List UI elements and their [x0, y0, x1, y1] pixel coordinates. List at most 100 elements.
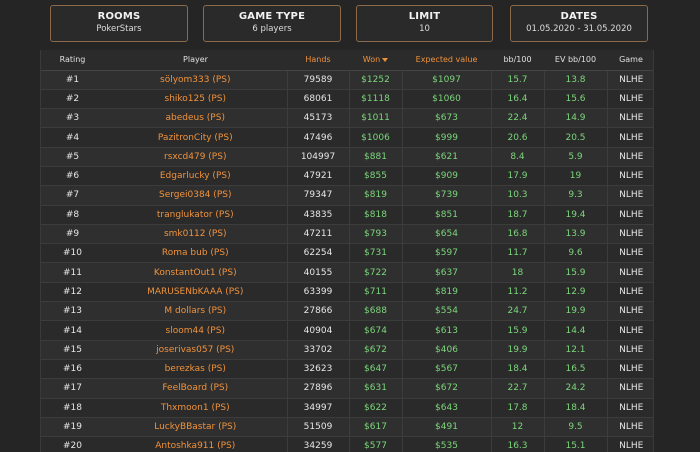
table-row[interactable]: #9 smk0112 (PS) 47211 $793 $654 16.8 13.9 NLHE	[41, 224, 653, 245]
cell-player[interactable]: Antoshka911 (PS)	[104, 436, 287, 452]
table-header-row: Rating Player Hands Won Expected value b…	[41, 50, 653, 71]
cell-rank: #4	[41, 127, 104, 148]
cell-expected-value: $597	[402, 243, 492, 264]
cell-player[interactable]: Roma bub (PS)	[104, 243, 287, 264]
cell-player[interactable]: FeelBoard (PS)	[104, 378, 287, 399]
cell-expected-value: $643	[402, 398, 492, 418]
cell-hands: 47496	[286, 127, 350, 148]
cell-bb100: 18.4	[491, 359, 545, 380]
cell-rank: #7	[41, 185, 104, 206]
table-row[interactable]: #5 rsxcd479 (PS) 104997 $881 $621 8.4 5.9 NLHE	[41, 147, 653, 167]
cell-player[interactable]: sölyom333 (PS)	[104, 70, 287, 90]
rooms-filter[interactable]: ROOMS PokerStars	[50, 5, 188, 42]
cell-hands: 47211	[286, 224, 350, 245]
table-row[interactable]: #17 FeelBoard (PS) 27896 $631 $672 22.7 24.2 NL…	[41, 378, 653, 399]
cell-ev-bb100: 13.8	[544, 70, 608, 90]
cell-player[interactable]: LuckyBBastar (PS)	[104, 417, 287, 438]
game-type-filter[interactable]: GAME TYPE 6 players	[203, 5, 341, 42]
cell-ev-bb100: 24.2	[544, 378, 608, 399]
cell-player[interactable]: MARUSENbKAAA (PS)	[104, 282, 287, 303]
table-row[interactable]: #13 M dollars (PS) 27866 $688 $554 24.7 19.9 NL…	[41, 301, 653, 322]
cell-game: NLHE	[607, 436, 653, 452]
cell-hands: 51509	[286, 417, 350, 438]
limit-filter[interactable]: LIMIT 10	[356, 5, 493, 42]
header-rating[interactable]: Rating	[41, 50, 104, 71]
cell-ev-bb100: 14.4	[544, 320, 608, 341]
table-row[interactable]: #8 tranglukator (PS) 43835 $818 $851 18.7 19.4…	[41, 205, 653, 225]
cell-rank: #12	[41, 282, 104, 303]
cell-won: $622	[349, 398, 403, 418]
table-row[interactable]: #11 KonstantOut1 (PS) 40155 $722 $637 18 15.9 N…	[41, 262, 653, 283]
cell-hands: 63399	[286, 282, 350, 303]
table-row[interactable]: #18 Thxmoon1 (PS) 34997 $622 $643 17.8 18.4 NLH…	[41, 398, 653, 418]
table-row[interactable]: #12 MARUSENbKAAA (PS) 63399 $711 $819 11.2 12.…	[41, 282, 653, 303]
cell-game: NLHE	[607, 224, 653, 245]
cell-player[interactable]: joserivas057 (PS)	[104, 340, 287, 360]
table-row[interactable]: #15 joserivas057 (PS) 33702 $672 $406 19.9 12.…	[41, 340, 653, 360]
table-row[interactable]: #14 sloom44 (PS) 40904 $674 $613 15.9 14.4 NLHE	[41, 320, 653, 341]
cell-player[interactable]: Edgarlucky (PS)	[104, 166, 287, 187]
cell-player[interactable]: M dollars (PS)	[104, 301, 287, 322]
cell-ev-bb100: 12.9	[544, 282, 608, 303]
cell-hands: 40155	[286, 262, 350, 283]
table-row[interactable]: #2 shiko125 (PS) 68061 $1118 $1060 16.4 15.6 NL…	[41, 89, 653, 110]
cell-rank: #2	[41, 89, 104, 110]
table-row[interactable]: #4 PazitronCity (PS) 47496 $1006 $999 20.6 20.…	[41, 127, 653, 148]
table-row[interactable]: #20 Antoshka911 (PS) 34259 $577 $535 16.3 15.1…	[41, 436, 653, 452]
table-row[interactable]: #6 Edgarlucky (PS) 47921 $855 $909 17.9 19 NLHE	[41, 166, 653, 187]
cell-player[interactable]: Sergei0384 (PS)	[104, 185, 287, 206]
table-row[interactable]: #3 abedeus (PS) 45173 $1011 $673 22.4 14.9 NLHE	[41, 108, 653, 129]
header-player[interactable]: Player	[104, 50, 287, 71]
cell-rank: #13	[41, 301, 104, 322]
cell-game: NLHE	[607, 340, 653, 360]
cell-player[interactable]: Thxmoon1 (PS)	[104, 398, 287, 418]
header-won-label: Won	[362, 55, 381, 65]
header-expected-value[interactable]: Expected value	[402, 50, 491, 71]
cell-player[interactable]: shiko125 (PS)	[104, 89, 287, 110]
cell-player[interactable]: PazitronCity (PS)	[104, 127, 287, 148]
dates-filter[interactable]: DATES 01.05.2020 - 31.05.2020	[510, 5, 648, 42]
leaderboard-table: Rating Player Hands Won Expected value b…	[40, 50, 654, 452]
table-row[interactable]: #16 berezkas (PS) 32623 $647 $567 18.4 16.5 NLH…	[41, 359, 653, 380]
header-game[interactable]: Game	[607, 50, 653, 71]
cell-ev-bb100: 13.9	[544, 224, 608, 245]
cell-game: NLHE	[607, 359, 653, 380]
cell-bb100: 11.7	[491, 243, 545, 264]
cell-game: NLHE	[607, 70, 653, 90]
cell-hands: 40904	[286, 320, 350, 341]
cell-rank: #18	[41, 398, 104, 418]
cell-player[interactable]: rsxcd479 (PS)	[104, 147, 287, 167]
table-row[interactable]: #10 Roma bub (PS) 62254 $731 $597 11.7 9.6 NLHE	[41, 243, 653, 264]
cell-ev-bb100: 5.9	[544, 147, 608, 167]
header-won[interactable]: Won	[349, 50, 402, 71]
cell-bb100: 12	[491, 417, 545, 438]
cell-rank: #16	[41, 359, 104, 380]
cell-player[interactable]: abedeus (PS)	[104, 108, 287, 129]
cell-player[interactable]: smk0112 (PS)	[104, 224, 287, 245]
cell-player[interactable]: sloom44 (PS)	[104, 320, 287, 341]
table-row[interactable]: #7 Sergei0384 (PS) 79347 $819 $739 10.3 9.3 NLH…	[41, 185, 653, 206]
cell-won: $631	[349, 378, 403, 399]
table-row[interactable]: #1 sölyom333 (PS) 79589 $1252 $1097 15.7 13.8 N…	[41, 70, 653, 90]
cell-game: NLHE	[607, 127, 653, 148]
header-ev-bb100[interactable]: EV bb/100	[544, 50, 607, 71]
cell-player[interactable]: KonstantOut1 (PS)	[104, 262, 287, 283]
cell-player[interactable]: berezkas (PS)	[104, 359, 287, 380]
dates-filter-value: 01.05.2020 - 31.05.2020	[526, 24, 632, 34]
header-hands[interactable]: Hands	[287, 50, 349, 71]
table-row[interactable]: #19 LuckyBBastar (PS) 51509 $617 $491 12 9.5 NL…	[41, 417, 653, 438]
cell-rank: #8	[41, 205, 104, 225]
cell-game: NLHE	[607, 147, 653, 167]
cell-expected-value: $819	[402, 282, 492, 303]
limit-filter-title: LIMIT	[408, 11, 441, 22]
cell-expected-value: $621	[402, 147, 492, 167]
cell-bb100: 18.7	[491, 205, 545, 225]
cell-bb100: 20.6	[491, 127, 545, 148]
cell-won: $647	[349, 359, 403, 380]
cell-player[interactable]: tranglukator (PS)	[104, 205, 287, 225]
header-bb100[interactable]: bb/100	[491, 50, 544, 71]
cell-won: $672	[349, 340, 403, 360]
cell-won: $577	[349, 436, 403, 452]
cell-bb100: 22.4	[491, 108, 545, 129]
cell-game: NLHE	[607, 205, 653, 225]
